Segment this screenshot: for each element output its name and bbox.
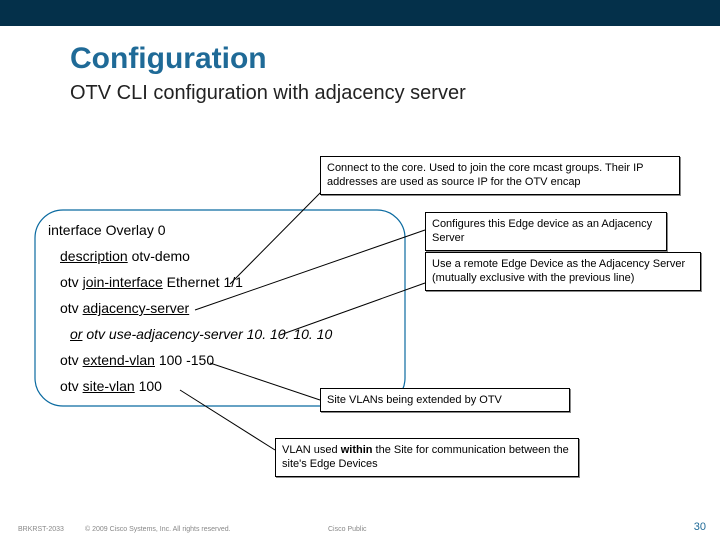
callout-core: Connect to the core. Used to join the co… <box>320 156 680 195</box>
cli-adjacency-server: otv adjacency-server <box>60 300 189 316</box>
callout-within-site: VLAN used within the Site for communicat… <box>275 438 579 477</box>
cli-extend-vlan: otv extend-vlan 100 -150 <box>60 352 214 368</box>
callout-remote-adj: Use a remote Edge Device as the Adjacenc… <box>425 252 701 291</box>
footer-session-code: BRKRST-2033 <box>18 526 64 533</box>
footer-classification: Cisco Public <box>328 526 367 533</box>
footer-copyright: © 2009 Cisco Systems, Inc. All rights re… <box>85 526 231 533</box>
cli-site-vlan: otv site-vlan 100 <box>60 378 162 394</box>
callout-within-a: VLAN used <box>282 444 341 456</box>
top-bar <box>0 0 720 26</box>
page-subtitle: OTV CLI configuration with adjacency ser… <box>70 82 466 105</box>
callout-adj-server: Configures this Edge device as an Adjace… <box>425 212 667 251</box>
page-title: Configuration <box>70 42 267 76</box>
footer: BRKRST-2033 © 2009 Cisco Systems, Inc. A… <box>0 514 720 540</box>
cli-join-interface: otv join-interface Ethernet 1/1 <box>60 274 243 290</box>
callout-within-b: within <box>341 444 373 456</box>
callout-site-vlans: Site VLANs being extended by OTV <box>320 388 570 412</box>
cli-interface: interface Overlay 0 <box>48 222 166 238</box>
cli-or-use-adj: or otv use-adjacency-server 10. 10. 10. … <box>70 326 332 342</box>
footer-page-number: 30 <box>694 521 706 533</box>
cli-description: description otv-demo <box>60 248 190 264</box>
